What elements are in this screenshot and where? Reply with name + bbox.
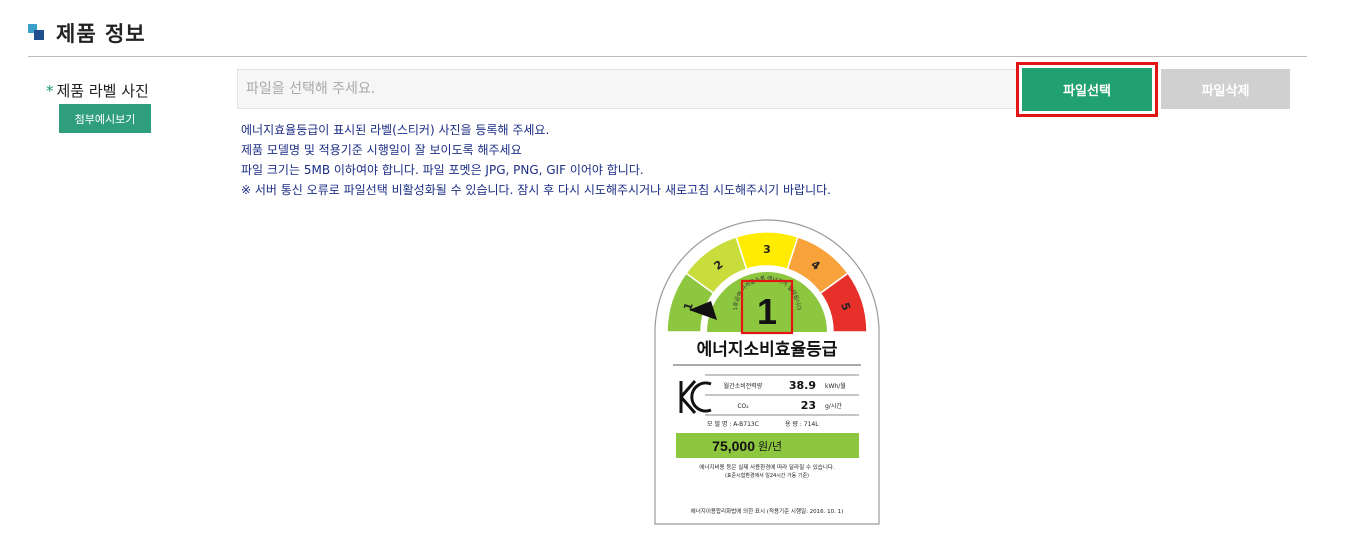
note-line: 에너지효율등급이 표시된 라벨(스티커) 사진을 등록해 주세요.: [241, 123, 550, 137]
product-label-photo-label: * 제품 라벨 사진: [46, 80, 149, 101]
capacity: 용 량 : 714L: [785, 421, 819, 428]
footnote: (표준시험환경에서 일24시간 가동 기준): [725, 472, 809, 479]
note-line: 제품 모델명 및 적용기준 시행일이 잘 보이도록 해주세요: [241, 143, 522, 157]
row-value: 38.9: [789, 379, 816, 392]
label-title: 에너지소비효율등급: [697, 340, 838, 360]
row-label: 월간소비전력량: [724, 382, 763, 390]
section-divider: [28, 56, 1307, 57]
file-path-input[interactable]: [237, 69, 1018, 109]
section-title: 제품 정보: [56, 22, 146, 46]
section-title-icon: [28, 24, 46, 42]
row-label: CO₂: [737, 403, 749, 410]
field-label-text: 제품 라벨 사진: [56, 82, 149, 100]
view-example-button[interactable]: 첨부예시보기: [59, 104, 151, 133]
row-unit: kWh/월: [825, 382, 846, 390]
current-grade: 1: [757, 291, 777, 332]
cost-unit: 원/년: [758, 440, 782, 453]
file-delete-button[interactable]: 파일삭제: [1161, 69, 1290, 109]
file-select-button[interactable]: 파일선택: [1022, 68, 1152, 111]
row-unit: g/시간: [825, 402, 842, 410]
legal-text: 에너지이용합리화법에 의한 표시 (적용기준 시행일: 2016. 10. 1): [691, 507, 844, 515]
row-value: 23: [801, 399, 816, 412]
annual-cost: 75,000: [712, 438, 755, 454]
required-mark: *: [46, 82, 54, 100]
note-line: ※ 서버 통신 오류로 파일선택 비활성화될 수 있습니다. 잠시 후 다시 시…: [241, 183, 831, 197]
upload-notes: 에너지효율등급이 표시된 라벨(스티커) 사진을 등록해 주세요. 제품 모델명…: [241, 120, 831, 200]
energy-label-image: 12345 1등급에 가까울수록 에너지가 절약됩니다 1 에너지소비효율등급 …: [653, 218, 882, 526]
note-line: 파일 크기는 5MB 이하여야 합니다. 파일 포멧은 JPG, PNG, GI…: [241, 163, 644, 177]
model-name: 모 델 명 : A-B713C: [707, 420, 759, 428]
grade-segment-label: 3: [763, 243, 771, 256]
footnote: 에너지비용 등은 실제 사용환경에 따라 달라질 수 있습니다.: [699, 463, 835, 471]
section-header: 제품 정보: [28, 18, 146, 48]
